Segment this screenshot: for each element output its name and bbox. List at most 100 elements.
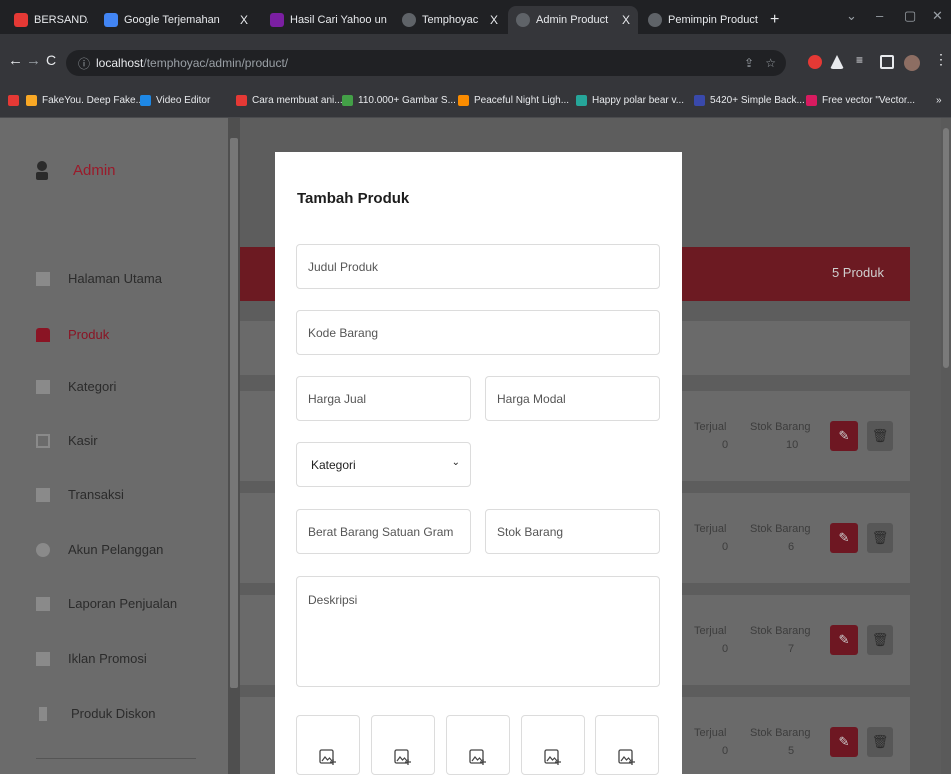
edit-button[interactable]: ✎ [830,421,858,451]
sold-value: 0 [722,643,729,655]
delete-button[interactable]: 🗑 [867,727,893,757]
new-tab-button[interactable]: + [762,6,786,34]
sold-value: 0 [722,439,729,451]
stock-value: 5 [788,745,795,757]
sidebar-item-produk-diskon[interactable]: Produk Diskon [36,706,156,721]
youtube-icon [14,13,28,27]
trash-icon: 🗑 [871,734,889,749]
bolt-icon [39,706,47,721]
yahoo-icon [270,13,284,27]
sidebar-item-iklan-promosi[interactable]: Iklan Promosi [36,651,147,666]
bookmark-2[interactable]: Video Editor [140,95,210,106]
bookmarks-overflow-icon[interactable]: » [936,95,942,106]
cost-price-input[interactable] [485,376,660,421]
grid-icon [36,271,50,286]
chevron-down-icon: ⌄ [451,457,460,468]
bookmark-1[interactable]: FakeYou. Deep Fake... [26,95,144,106]
site-info-icon[interactable]: ⓘ [78,55,90,72]
brand-label: Admin [73,161,116,179]
address-bar[interactable]: ⓘ localhost/temphoyac/admin/product/ ⇪ ☆ [66,50,786,76]
page-scroll-thumb[interactable] [943,128,949,368]
bookmark-3[interactable]: Cara membuat ani... [236,95,343,106]
bookmark-4[interactable]: 110.000+ Gambar S... [342,95,456,106]
product-count: 5 Produk [831,265,884,280]
sidebar: Admin Halaman Utama Produk Kategori Kasi… [0,118,228,774]
side-panel-icon[interactable] [880,55,894,69]
tab-bar: BERSANDARLA◀)X Google TerjemahanX Hasil … [0,0,951,34]
reading-list-icon[interactable]: ≡ [856,53,870,67]
sell-price-input[interactable] [296,376,471,421]
profile-avatar[interactable] [904,55,920,71]
close-tab-icon[interactable]: X [758,13,760,27]
delete-button[interactable]: 🗑 [867,625,893,655]
extension-opera-icon[interactable] [808,55,822,69]
modal-title: Tambah Produk [297,190,410,207]
stock-label: Stok Barang [750,523,811,535]
share-icon[interactable]: ⇪ [744,56,754,70]
close-window-icon[interactable]: ✕ [932,8,943,24]
menu-kebab-icon[interactable]: ⋮ [934,51,948,67]
image-upload-slot-2[interactable] [371,715,435,775]
close-tab-icon[interactable]: X [484,13,498,27]
description-textarea[interactable] [296,576,660,687]
close-tab-icon[interactable]: X [234,13,248,27]
browser-tab-5[interactable]: Admin Product X [508,6,638,34]
weight-input[interactable] [296,509,471,554]
sidebar-divider [36,758,196,759]
sidebar-item-kategori[interactable]: Kategori [36,379,116,394]
delete-button[interactable]: 🗑 [867,421,893,451]
edit-button[interactable]: ✎ [830,625,858,655]
stock-input[interactable] [485,509,660,554]
sidebar-item-laporan-penjualan[interactable]: Laporan Penjualan [36,596,177,611]
image-upload-slot-4[interactable] [521,715,585,775]
product-code-input[interactable] [296,310,660,355]
browser-tab-6[interactable]: Pemimpin ProductX [640,6,760,34]
reload-icon[interactable]: C [46,52,56,68]
sidebar-brand[interactable]: Admin [33,160,116,180]
product-title-input[interactable] [296,244,660,289]
sidebar-item-akun-pelanggan[interactable]: Akun Pelanggan [36,542,163,557]
monitor-icon [36,433,50,448]
stock-value: 6 [788,541,795,553]
sold-label: Terjual [694,523,727,535]
browser-tab-4[interactable]: Temphoyac X [394,6,506,34]
close-tab-icon[interactable]: X [616,13,630,27]
sidebar-item-halaman-utama[interactable]: Halaman Utama [36,271,162,286]
edit-button[interactable]: ✎ [830,727,858,757]
back-icon[interactable]: ← [8,52,23,69]
add-image-icon [394,749,411,765]
sidebar-item-transaksi[interactable]: Transaksi [36,487,124,502]
image-upload-slot-1[interactable] [296,715,360,775]
bookmark-6[interactable]: Happy polar bear v... [576,95,684,106]
add-image-icon [544,749,561,765]
category-select[interactable]: Kategori ⌄ [296,442,471,487]
minimize-icon[interactable]: – [876,8,883,23]
translate-icon [104,13,118,27]
bank-icon [36,596,50,611]
browser-tab-1[interactable]: BERSANDARLA◀)X [6,6,88,34]
url-path: /temphoyac/admin/product/ [143,56,289,70]
maximize-icon[interactable]: ▢ [904,8,916,24]
bookmarks-bar: FakeYou. Deep Fake... Video Editor Cara … [0,86,951,118]
bookmark-8[interactable]: Free vector "Vector... [806,95,915,106]
lock-icon [36,487,50,502]
sidebar-scroll-thumb[interactable] [230,138,238,688]
delete-button[interactable]: 🗑 [867,523,893,553]
site-icon [648,13,662,27]
image-upload-slot-3[interactable] [446,715,510,775]
trash-icon: 🗑 [871,530,889,545]
sidebar-item-produk[interactable]: Produk [36,327,109,342]
bookmark-youtube-icon[interactable] [8,95,24,106]
browser-tab-3[interactable]: Hasil Cari Yahoo unX [262,6,388,34]
image-upload-slot-5[interactable] [595,715,659,775]
close-tab-icon[interactable]: X [387,13,388,27]
edit-button[interactable]: ✎ [830,523,858,553]
browser-tab-2[interactable]: Google Terjemahan X [96,6,256,34]
bookmark-7[interactable]: 5420+ Simple Back... [694,95,805,106]
bookmark-star-icon[interactable]: ☆ [765,56,776,70]
sidebar-item-kasir[interactable]: Kasir [36,433,98,448]
pencil-icon: ✎ [838,428,850,443]
forward-icon[interactable]: → [26,52,41,69]
bookmark-5[interactable]: Peaceful Night Ligh... [458,95,569,106]
tab-search-icon[interactable]: ⌄ [846,8,857,24]
